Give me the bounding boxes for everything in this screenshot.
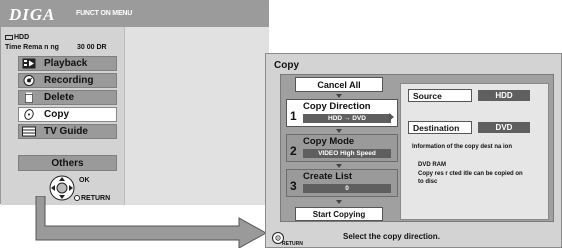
menu-item-tv-guide[interactable]: TV Guide xyxy=(18,124,117,139)
step-number: 2 xyxy=(290,144,297,158)
time-remaining: Time Rema n ng 30 00 DR xyxy=(5,44,123,51)
info-heading: Information of the copy dest na ion xyxy=(412,144,513,150)
menu-item-label: TV Guide xyxy=(44,126,88,137)
hdd-icon xyxy=(5,34,13,40)
down-arrow-icon xyxy=(336,94,342,98)
source-value: HDD xyxy=(478,90,530,101)
down-arrow-icon xyxy=(336,200,342,204)
function-menu-title: FUNCT ON MENU xyxy=(76,10,133,17)
step-value: HDD → DVD xyxy=(303,114,391,123)
time-remaining-label: Time Rema n ng xyxy=(5,44,59,51)
destination-value: DVD xyxy=(478,122,530,133)
ok-label: OK xyxy=(79,177,90,184)
recording-icon xyxy=(22,75,36,86)
others-button[interactable]: Others xyxy=(18,155,117,171)
drive-indicator: HDD xyxy=(5,34,29,41)
function-menu-preview-area xyxy=(124,27,269,205)
right-arrow-icon xyxy=(389,113,394,121)
time-remaining-value: 30 00 DR xyxy=(77,44,107,51)
copy-dialog: Copy Cancel All 1 Copy Direction HDD → D… xyxy=(265,53,562,248)
down-arrow-icon xyxy=(336,164,342,168)
menu-item-label: Playback xyxy=(44,58,88,69)
step-value: 0 xyxy=(303,184,391,193)
menu-item-playback[interactable]: Playback xyxy=(18,56,117,71)
down-arrow-icon xyxy=(336,129,342,133)
info-disc-type: DVD RAM xyxy=(418,162,446,168)
transition-arrow-icon xyxy=(35,196,268,248)
step-number: 1 xyxy=(290,109,297,123)
menu-item-copy[interactable]: Copy xyxy=(18,107,117,122)
copy-disc-icon xyxy=(22,109,36,120)
diga-logo: DIGA xyxy=(9,5,56,24)
copy-dialog-title: Copy xyxy=(274,60,299,71)
return-label: RETURN xyxy=(282,241,303,247)
step-number: 3 xyxy=(290,179,297,193)
instruction-hint: Select the copy direction. xyxy=(343,232,440,241)
function-menu-header: DIGA FUNCT ON MENU xyxy=(1,1,268,27)
menu-item-label: Copy xyxy=(44,109,69,120)
source-label: Source xyxy=(408,89,472,102)
menu-item-label: Delete xyxy=(44,92,75,103)
start-copying-button[interactable]: Start Copying xyxy=(295,207,383,221)
step-create-list[interactable]: 3 Create List 0 xyxy=(286,169,398,197)
destination-label: Destination xyxy=(408,121,472,134)
copy-info-panel xyxy=(400,83,549,220)
drive-label: HDD xyxy=(14,34,30,41)
info-copy-note: Copy res r cted itle can be copied on to… xyxy=(418,171,523,185)
cancel-all-button[interactable]: Cancel All xyxy=(295,77,383,92)
step-label: Copy Mode xyxy=(303,136,355,147)
delete-icon xyxy=(22,92,36,103)
playback-icon xyxy=(22,58,36,69)
menu-item-label: Recording xyxy=(44,75,94,86)
step-copy-mode[interactable]: 2 Copy Mode VIDEO High Speed xyxy=(286,134,398,162)
step-label: Create List xyxy=(303,171,353,182)
tv-guide-icon xyxy=(22,126,36,137)
step-copy-direction[interactable]: 1 Copy Direction HDD → DVD xyxy=(286,99,398,127)
step-label: Copy Direction xyxy=(303,101,371,112)
step-value: VIDEO High Speed xyxy=(303,149,391,158)
menu-item-recording[interactable]: Recording xyxy=(18,73,117,88)
menu-item-delete[interactable]: Delete xyxy=(18,90,117,105)
function-menu-panel: DIGA FUNCT ON MENU HDD Time Rema n ng 30… xyxy=(0,0,269,205)
